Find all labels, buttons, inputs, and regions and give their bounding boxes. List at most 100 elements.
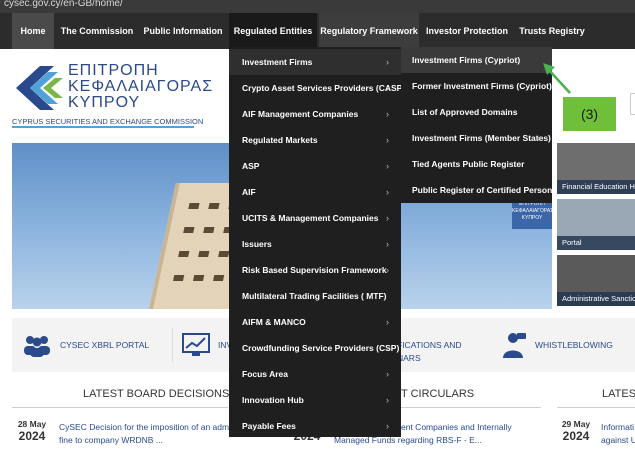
nav-the-commission[interactable]: The Commission — [58, 13, 136, 49]
quick-link-inv[interactable]: INV — [182, 318, 232, 372]
news-item-board[interactable]: CySEC Decision for the imposition of an … — [59, 421, 229, 447]
menu-label: Tied Agents Public Register — [412, 159, 525, 169]
quick-link-xbrl[interactable]: CYSEC XBRL PORTAL — [22, 318, 149, 372]
submenu-item-certified-persons[interactable]: Public Register of Certified Persons — [401, 177, 557, 203]
browser-url-bar[interactable]: cysec.gov.cy/en-GB/home/ — [0, 0, 635, 13]
quick-link-label: CYSEC XBRL PORTAL — [60, 340, 150, 350]
menu-item-risk-based-supervision[interactable]: Risk Based Supervision Framework › — [229, 257, 401, 283]
chevron-right-icon: › — [386, 135, 389, 145]
cysec-logo[interactable]: ΕΠΙΤΡΟΠΗ ΚΕΦΑΛΑΙΑΓΟΡΑΣ ΚΥΠΡΟΥ CYPRUS SEC… — [10, 58, 230, 138]
news-line2: against U — [601, 435, 635, 445]
logo-greek-line3: ΚΥΠΡΟΥ — [68, 94, 141, 111]
menu-item-innovation-hub[interactable]: Innovation Hub › — [229, 387, 401, 413]
menu-item-casp[interactable]: Crypto Asset Services Providers (CASP) › — [229, 75, 405, 101]
menu-item-aif[interactable]: AIF › — [229, 179, 401, 205]
menu-item-csp[interactable]: Crowdfunding Service Providers (CSP) › — [229, 335, 401, 361]
tile-administrative-sanctions[interactable]: Administrative Sanctio — [557, 255, 635, 306]
quick-link-label: WHISTLEBLOWING — [535, 340, 613, 350]
nav-home[interactable]: Home — [12, 13, 54, 49]
submenu-item-member-states[interactable]: Investment Firms (Member States) › — [401, 125, 552, 151]
chevron-right-icon: › — [386, 109, 389, 119]
logo-greek-line2: ΚΕΦΑΛΑΙΑΓΟΡΑΣ — [68, 78, 214, 95]
news-line1: ent Companies and Internally — [401, 422, 512, 432]
regulated-entities-dropdown: Investment Firms › Crypto Asset Services … — [229, 47, 405, 439]
menu-label: Issuers — [242, 239, 272, 249]
tile-caption: Portal — [557, 236, 635, 250]
menu-label: Crypto Asset Services Providers (CASP) — [242, 83, 406, 93]
nav-regulated-entities[interactable]: Regulated Entities — [229, 13, 317, 49]
section-title-circulars: T CIRCULARS — [401, 388, 475, 400]
chevron-right-icon: › — [386, 239, 389, 249]
chevron-right-icon: › — [386, 213, 389, 223]
chevron-right-icon: › — [386, 83, 389, 93]
tile-portal[interactable]: Portal — [557, 199, 635, 250]
search-input[interactable] — [630, 93, 635, 115]
menu-label: AIF — [242, 187, 256, 197]
section-divider — [12, 407, 228, 408]
chevron-right-icon: › — [386, 161, 389, 171]
main-nav: Home The Commission Public Information R… — [0, 13, 635, 49]
news-day: 28 May — [17, 419, 47, 429]
menu-item-aif-management-companies[interactable]: AIF Management Companies › — [229, 101, 401, 127]
menu-item-asp[interactable]: ASP › — [229, 153, 401, 179]
section-title-latest: LATEST — [602, 388, 635, 400]
logo-underline — [12, 126, 194, 128]
submenu-item-investment-firms-cypriot[interactable]: Investment Firms (Cypriot) — [401, 47, 552, 73]
nav-investor-protection[interactable]: Investor Protection — [424, 13, 510, 49]
news-item-latest[interactable]: Informati against U — [601, 421, 635, 447]
nav-trusts-registry[interactable]: Trusts Registry — [516, 13, 588, 49]
menu-item-regulated-markets[interactable]: Regulated Markets › — [229, 127, 401, 153]
menu-item-aifm-manco[interactable]: AIFM & MANCO › — [229, 309, 401, 335]
chevron-right-icon: › — [386, 265, 389, 275]
submenu-item-tied-agents[interactable]: Tied Agents Public Register — [401, 151, 552, 177]
menu-label: AIF Management Companies — [242, 109, 359, 119]
menu-label: Crowdfunding Service Providers (CSP) — [242, 343, 400, 353]
quick-link-whistleblowing[interactable]: WHISTLEBLOWING — [499, 318, 613, 372]
investment-firms-submenu: Investment Firms (Cypriot) Former Invest… — [401, 47, 557, 203]
section-title-board-decisions: LATEST BOARD DECISIONS — [83, 388, 230, 400]
annotation-arrow-icon — [543, 63, 571, 94]
menu-item-payable-fees[interactable]: Payable Fees › — [229, 413, 401, 439]
divider — [172, 328, 173, 362]
news-line1: Informati — [601, 422, 635, 432]
menu-label: Investment Firms (Cypriot) — [412, 55, 521, 65]
submenu-item-former-investment-firms[interactable]: Former Investment Firms (Cypriot) — [401, 73, 552, 99]
section-divider — [557, 407, 635, 408]
menu-item-investment-firms[interactable]: Investment Firms › — [229, 49, 401, 75]
chevron-right-icon: › — [386, 369, 389, 379]
menu-label: List of Approved Domains — [412, 107, 518, 117]
nav-public-information[interactable]: Public Information — [142, 13, 224, 49]
chart-icon — [182, 333, 210, 356]
menu-label: UCITS & Management Companies — [242, 213, 379, 223]
news-line1: CySEC Decision for the imposition of an … — [59, 422, 229, 432]
menu-label: Focus Area — [242, 369, 288, 379]
annotation-callout: (3) — [563, 97, 616, 131]
news-date-latest: 29 May 2024 — [557, 419, 595, 443]
news-item-circulars[interactable]: ent Companies and Internally — [401, 421, 551, 434]
news-year: 2024 — [562, 429, 590, 443]
menu-item-mtf[interactable]: Multilateral Trading Facilities ( MTF) — [229, 283, 401, 309]
menu-label: Investment Firms — [242, 57, 313, 67]
submenu-item-approved-domains[interactable]: List of Approved Domains — [401, 99, 552, 125]
chevron-right-icon: › — [386, 57, 389, 67]
chevron-right-icon: › — [386, 395, 389, 405]
menu-label: Former Investment Firms (Cypriot) — [412, 81, 552, 91]
logo-english-name: CYPRUS SECURITIES AND EXCHANGE COMMISSIO… — [12, 117, 204, 126]
tile-caption: Financial Education Hu — [557, 180, 635, 194]
news-day: 29 May — [561, 419, 591, 429]
menu-label: ASP — [242, 161, 260, 171]
menu-item-focus-area[interactable]: Focus Area › — [229, 361, 401, 387]
menu-label: Payable Fees — [242, 421, 296, 431]
news-year: 2024 — [18, 429, 46, 443]
chevron-right-icon: › — [386, 317, 389, 327]
nav-regulatory-framework[interactable]: Regulatory Framework — [319, 13, 419, 49]
side-tiles: Financial Education Hu Portal Administra… — [557, 143, 635, 309]
logo-emblem-icon — [16, 66, 63, 110]
tile-financial-education[interactable]: Financial Education Hu — [557, 143, 635, 194]
chevron-right-icon: › — [386, 187, 389, 197]
logo-greek-line1: ΕΠΙΤΡΟΠΗ — [68, 62, 159, 79]
url-text: cysec.gov.cy/en-GB/home/ — [4, 0, 123, 9]
menu-item-ucits[interactable]: UCITS & Management Companies › — [229, 205, 401, 231]
menu-label: Multilateral Trading Facilities ( MTF) — [242, 291, 387, 301]
menu-item-issuers[interactable]: Issuers › — [229, 231, 401, 257]
